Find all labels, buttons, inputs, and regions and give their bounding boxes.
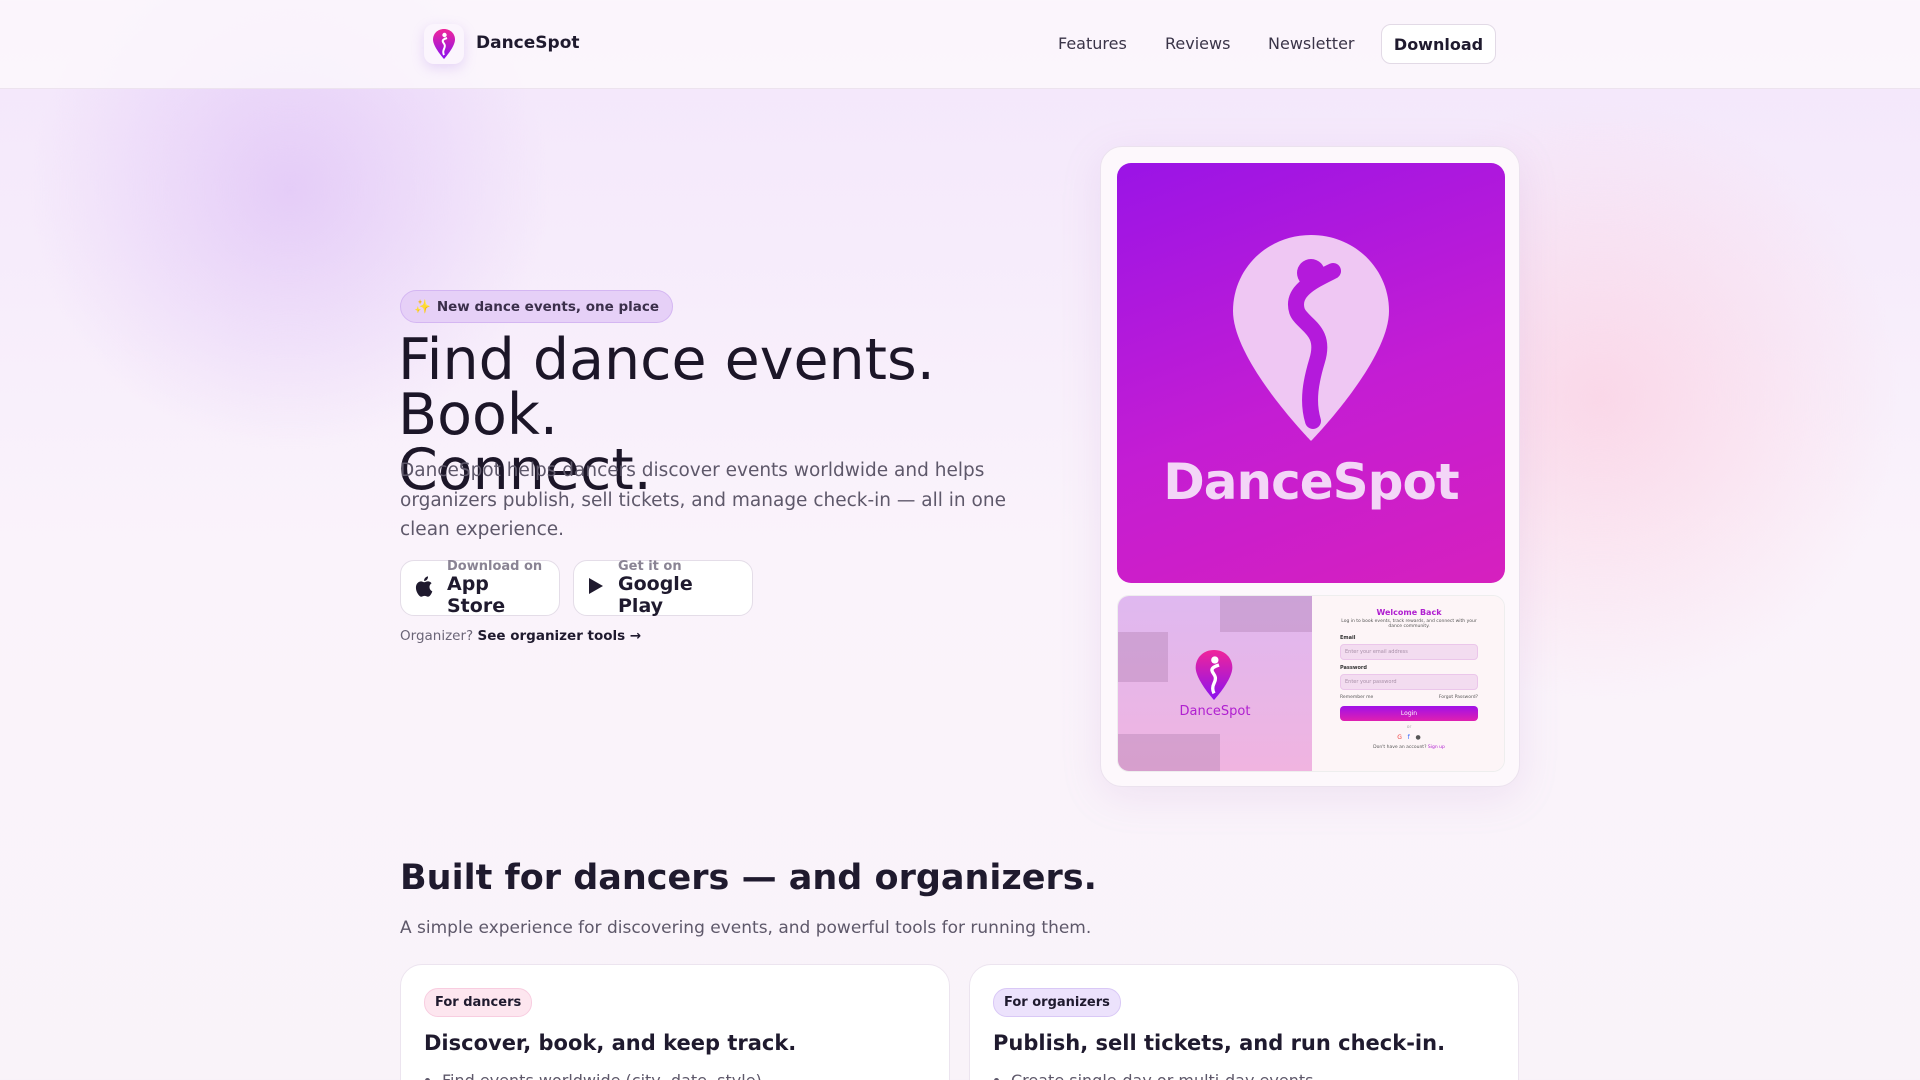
app-hero-wordmark: DanceSpot [1163, 453, 1459, 511]
password-field: Enter your password [1340, 674, 1478, 690]
login-screenshot: DanceSpot Welcome Back Log in to book ev… [1117, 595, 1505, 772]
nav-newsletter[interactable]: Newsletter [1268, 34, 1355, 53]
organizer-line: Organizer? See organizer tools → [400, 628, 641, 644]
features-subtitle: A simple experience for discovering even… [400, 918, 1092, 938]
nav-features[interactable]: Features [1058, 34, 1127, 53]
app-store-big: App Store [447, 572, 506, 617]
signup-prefix: Don't have an account? [1373, 745, 1427, 750]
play-icon [588, 577, 604, 599]
apple-icon [415, 575, 433, 601]
facebook-icon: f [1407, 734, 1410, 741]
shot-brand: DanceSpot [1179, 704, 1251, 719]
remember-me: Remember me [1340, 695, 1374, 700]
nav-reviews[interactable]: Reviews [1165, 34, 1230, 53]
organizer-prefix: Organizer? [400, 628, 474, 644]
organizers-card: For organizers Publish, sell tickets, an… [969, 964, 1519, 1080]
site-header: DanceSpot Features Reviews Newsletter Do… [0, 0, 1920, 89]
app-store-button[interactable]: Download on App Store [400, 558, 560, 617]
google-play-small: Get it on [618, 558, 682, 574]
login-button: Login [1340, 706, 1478, 721]
card-title: Discover, book, and keep track. [424, 1031, 797, 1055]
list-item: Create single-day or multi-day events [1011, 1071, 1495, 1080]
dancespot-small-logo-icon [1195, 650, 1233, 700]
list-item: Find events worldwide (city, date, style… [442, 1071, 926, 1080]
apple-small-icon: ● [1415, 734, 1421, 741]
login-subtitle: Log in to book events, track rewards, an… [1341, 619, 1477, 629]
google-icon: G [1397, 734, 1402, 741]
features-title: Built for dancers — and organizers. [400, 858, 1097, 898]
badge-text: New dance events, one place [436, 298, 660, 315]
google-play-button[interactable]: Get it on Google Play [573, 558, 753, 617]
map-pin-dancer-icon [1233, 235, 1389, 441]
organizer-tools-link[interactable]: See organizer tools → [478, 628, 642, 644]
app-store-small: Download on [447, 558, 543, 574]
forgot-password: Forgot Password? [1438, 695, 1478, 700]
title-line-1: Find dance events. Book. [398, 327, 935, 448]
app-hero-image: DanceSpot [1117, 163, 1505, 583]
dancespot-logo-icon[interactable] [424, 24, 464, 64]
or-divider: or [1406, 725, 1412, 730]
password-label: Password [1340, 665, 1367, 671]
login-title: Welcome Back [1376, 608, 1442, 617]
download-button[interactable]: Download [1381, 24, 1496, 64]
email-field: Enter your email address [1340, 644, 1478, 660]
brand-name[interactable]: DanceSpot [476, 33, 580, 53]
sparkles-icon: ✨ [414, 298, 431, 315]
hero-badge: ✨ New dance events, one place [400, 290, 674, 323]
card-tag: For organizers [993, 988, 1121, 1017]
google-play-big: Google Play [618, 572, 693, 617]
app-mockup: DanceSpot DanceSpot Welcome Back Log in … [1100, 146, 1520, 787]
card-title: Publish, sell tickets, and run check-in. [993, 1031, 1446, 1055]
hero-description: DanceSpot helps dancers discover events … [400, 460, 1006, 540]
email-label: Email [1340, 635, 1356, 641]
card-tag: For dancers [424, 988, 533, 1017]
dancers-card: For dancers Discover, book, and keep tra… [400, 964, 950, 1080]
signup-link: Sign up [1427, 745, 1445, 750]
